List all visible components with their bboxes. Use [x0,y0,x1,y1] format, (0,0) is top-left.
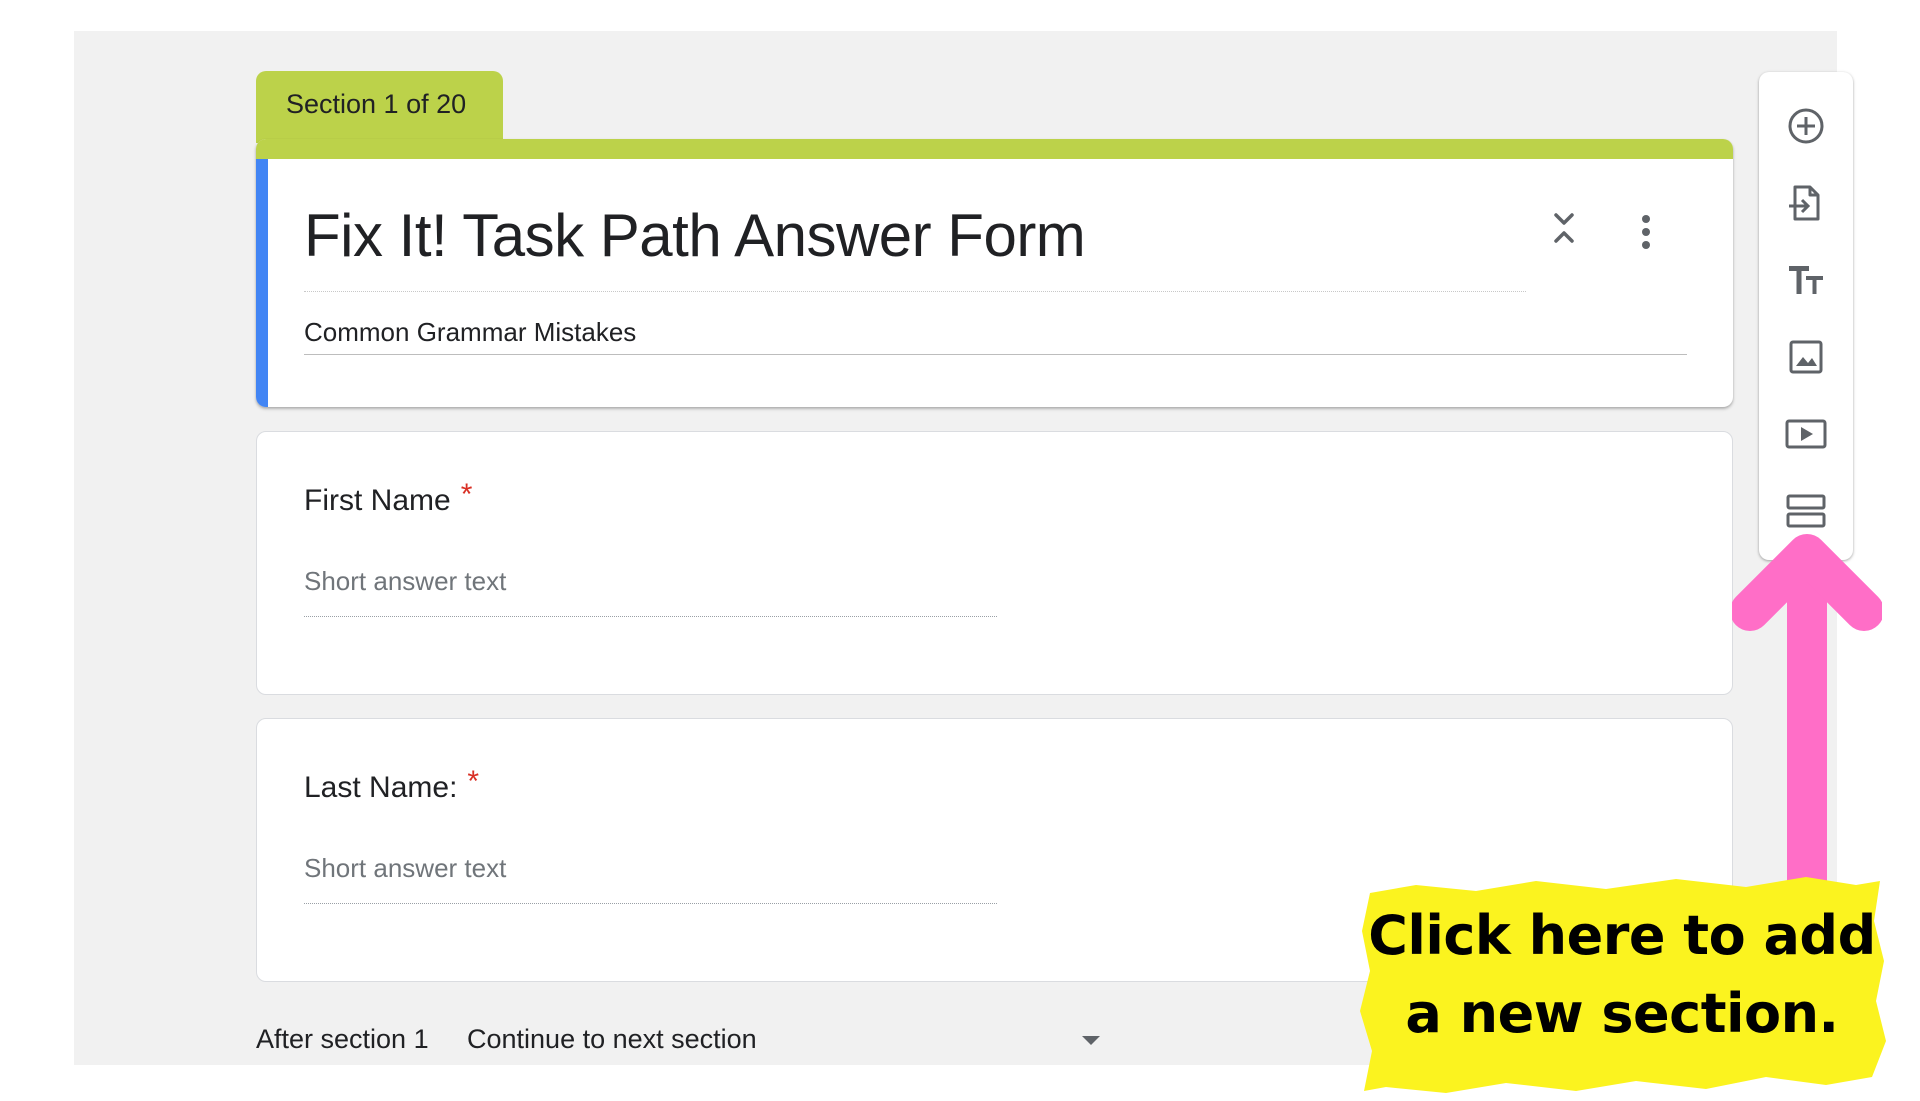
callout-text: Click here to add a new section. [1356,897,1888,1053]
required-asterisk: * [467,765,480,798]
after-section-label: After section 1 [256,1024,429,1054]
form-description[interactable]: Common Grammar Mistakes [304,317,636,348]
form-title[interactable]: Fix It! Task Path Answer Form [304,201,1086,270]
arrow-up-icon [1730,534,1884,881]
video-icon [1785,419,1827,449]
required-asterisk: * [460,478,473,511]
annotation-arrow [1730,526,1884,886]
focus-accent-bar [256,159,268,407]
section-tab: Section 1 of 20 [256,71,503,143]
add-image-button[interactable] [1782,333,1830,381]
question-title-text: Last Name: [304,771,458,804]
import-questions-button[interactable] [1782,179,1830,227]
annotation-callout: Click here to add a new section. [1356,871,1888,1101]
question-title: Last Name: * [304,765,479,805]
section-tab-label: Section 1 of 20 [286,89,467,119]
question-toolbar [1759,72,1853,560]
after-section-selected: Continue to next section [467,1024,757,1054]
short-answer-placeholder: Short answer text [304,853,507,883]
answer-underline [304,903,997,904]
form-header-card[interactable]: Fix It! Task Path Answer Form Common Gra… [256,139,1733,407]
image-icon [1789,340,1823,374]
more-vert-icon [1642,215,1650,249]
description-underline [304,354,1687,355]
short-answer-placeholder: Short answer text [304,566,507,596]
question-card-first-name[interactable]: First Name * Short answer text [256,431,1733,695]
title-text-icon [1789,266,1823,294]
collapse-section-button[interactable] [1546,205,1582,255]
question-title: First Name * [304,478,472,518]
section-icon [1786,494,1826,528]
add-video-button[interactable] [1782,410,1830,458]
callout-line-2: a new section. [1405,982,1839,1045]
collapse-icon [1554,213,1574,243]
question-title-text: First Name [304,484,451,517]
add-question-button[interactable] [1782,102,1830,150]
dropdown-arrow-icon [1082,1036,1100,1045]
add-title-description-button[interactable] [1782,256,1830,304]
theme-strip [256,139,1733,159]
after-section-dropdown[interactable]: Continue to next section [467,1024,1107,1060]
form-editor-canvas: Section 1 of 20 Fix It! Task Path Answer… [74,31,1886,1093]
answer-underline [304,616,997,617]
title-underline [304,291,1526,292]
callout-line-1: Click here to add [1368,904,1876,967]
add-circle-icon [1788,108,1824,144]
import-questions-icon [1789,185,1820,221]
more-options-button[interactable] [1636,211,1656,255]
